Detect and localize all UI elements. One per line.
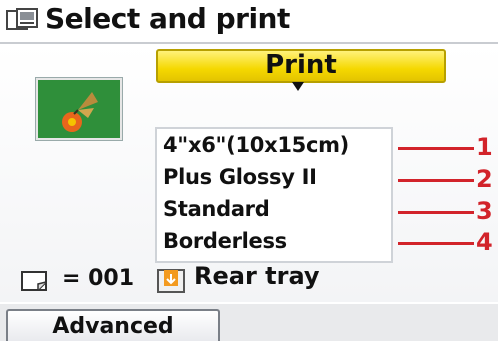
copies-icon xyxy=(21,271,47,291)
photo-thumbnail[interactable] xyxy=(36,78,122,140)
callout-number-4: 4 xyxy=(476,228,493,256)
copies-count: = 001 xyxy=(62,266,135,291)
callout-line-4 xyxy=(398,242,474,245)
title-bar: Select and print xyxy=(0,0,498,44)
callout-line-1 xyxy=(398,147,474,150)
butterfly-flower-icon xyxy=(38,80,120,138)
advanced-button[interactable]: Advanced xyxy=(6,309,220,341)
page-title: Select and print xyxy=(45,2,290,35)
callout-number-3: 3 xyxy=(476,197,493,225)
rear-tray-icon xyxy=(157,269,185,293)
printer-lcd-screen: Select and print Print 4"x6"(10x15cm) Pl… xyxy=(0,0,498,341)
callout-number-1: 1 xyxy=(476,133,493,161)
callout-line-2 xyxy=(398,179,474,182)
setting-borderless[interactable]: Borderless xyxy=(163,229,287,253)
print-button[interactable]: Print xyxy=(156,49,446,83)
setting-page-size[interactable]: 4"x6"(10x15cm) xyxy=(163,133,349,157)
print-settings-box[interactable]: 4"x6"(10x15cm) Plus Glossy II Standard B… xyxy=(155,127,393,263)
paper-source: Rear tray xyxy=(194,262,320,290)
setting-media-type[interactable]: Plus Glossy II xyxy=(163,165,317,189)
arrow-down-icon xyxy=(292,82,304,91)
callout-line-3 xyxy=(398,211,474,214)
callout-number-2: 2 xyxy=(476,165,493,193)
setting-print-quality[interactable]: Standard xyxy=(163,197,270,221)
print-menu-icon xyxy=(6,8,38,30)
